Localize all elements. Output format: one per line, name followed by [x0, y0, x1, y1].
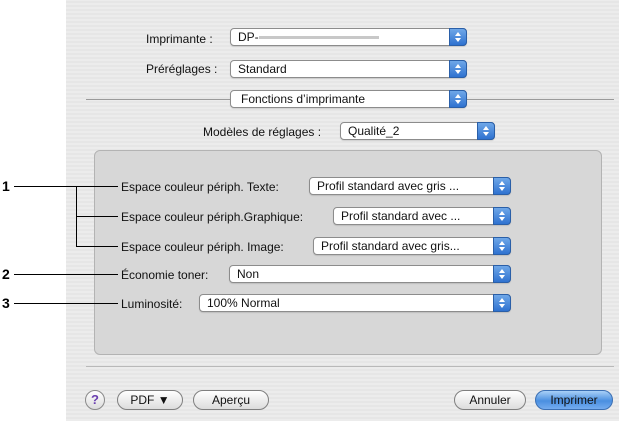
cancel-button[interactable]: Annuler — [454, 390, 526, 410]
presets-value: Standard — [238, 62, 287, 76]
setting-popup-toner[interactable]: Non — [229, 265, 511, 283]
setting-value-text: Profil standard avec gris ... — [317, 179, 460, 193]
callout-line-2 — [14, 274, 118, 275]
setting-popup-graphic[interactable]: Profil standard avec ... — [333, 207, 511, 225]
chevron-updown-icon — [449, 28, 467, 46]
callout-line-1c — [76, 246, 118, 247]
setting-value-toner: Non — [237, 267, 260, 281]
panel-value: Fonctions d’imprimante — [241, 92, 366, 106]
preview-button[interactable]: Aperçu — [193, 390, 269, 410]
chevron-updown-icon — [477, 122, 495, 140]
setting-value-graphic: Profil standard avec ... — [341, 209, 461, 223]
print-button[interactable]: Imprimer — [535, 390, 613, 410]
presets-popup[interactable]: Standard — [230, 60, 467, 78]
printer-name-redacted — [259, 36, 379, 39]
models-label: Modèles de réglages : — [203, 125, 322, 139]
models-popup[interactable]: Qualité_2 — [340, 122, 495, 140]
chevron-updown-icon — [493, 294, 511, 312]
chevron-updown-icon — [493, 177, 511, 195]
help-button[interactable]: ? — [85, 390, 105, 410]
bottom-separator — [86, 366, 614, 367]
chevron-updown-icon — [449, 90, 467, 108]
setting-value-brightness: 100% Normal — [207, 296, 280, 310]
panel-popup[interactable]: Fonctions d’imprimante — [230, 90, 467, 108]
callout-number-3: 3 — [2, 295, 10, 311]
setting-label-brightness: Luminosité: — [121, 297, 183, 311]
printer-popup[interactable]: DP- — [230, 28, 467, 46]
setting-label-toner: Économie toner: — [121, 268, 209, 282]
presets-label: Préréglages : — [146, 62, 218, 76]
separator-right — [467, 99, 614, 100]
setting-label-image: Espace couleur périph. Image: — [121, 240, 284, 254]
setting-popup-image[interactable]: Profil standard avec gris... — [313, 237, 511, 255]
separator-left — [86, 99, 230, 100]
callout-line-3 — [14, 303, 118, 304]
pdf-button[interactable]: PDF ▼ — [117, 390, 183, 410]
chevron-updown-icon — [493, 237, 511, 255]
setting-popup-brightness[interactable]: 100% Normal — [199, 294, 511, 312]
chevron-updown-icon — [493, 207, 511, 225]
callout-line-1 — [14, 186, 118, 187]
callout-line-1b — [76, 216, 118, 217]
callout-number-2: 2 — [2, 266, 10, 282]
printer-value: DP- — [238, 30, 259, 44]
setting-popup-text[interactable]: Profil standard avec gris ... — [309, 177, 511, 195]
chevron-updown-icon — [449, 60, 467, 78]
setting-value-image: Profil standard avec gris... — [321, 239, 460, 253]
callout-number-1: 1 — [2, 178, 10, 194]
chevron-updown-icon — [493, 265, 511, 283]
printer-label: Imprimante : — [146, 32, 213, 46]
setting-label-graphic: Espace couleur périph.Graphique: — [121, 210, 304, 224]
setting-label-text: Espace couleur périph. Texte: — [121, 180, 279, 194]
models-value: Qualité_2 — [348, 124, 400, 138]
